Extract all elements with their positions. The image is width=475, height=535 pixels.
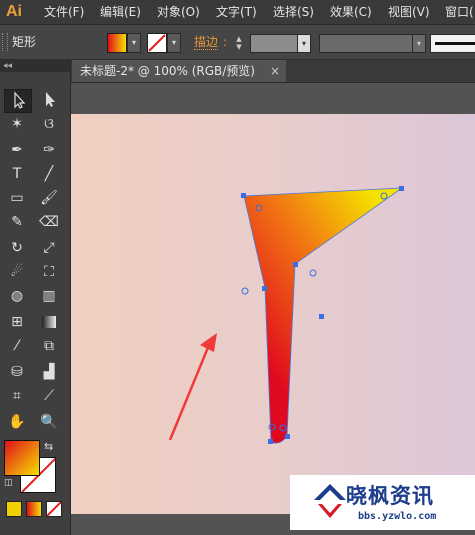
profile-dropdown[interactable]: ▾ — [412, 34, 426, 53]
shape-builder-tool-icon[interactable]: ◍ — [4, 285, 30, 307]
none-mode-icon[interactable] — [46, 501, 62, 517]
slice-tool-icon[interactable]: ⟋ — [36, 385, 62, 407]
symbol-sprayer-tool-icon[interactable]: ⛁ — [4, 361, 30, 383]
red-arrow-annotation — [168, 333, 217, 441]
mesh-tool-icon[interactable]: ⊞ — [4, 311, 30, 333]
eyedropper-tool-icon[interactable]: ⁄ — [4, 335, 30, 357]
document-tab[interactable]: 未标题-2* @ 100% (RGB/预览) — [72, 60, 286, 82]
none-slash-icon — [148, 34, 166, 52]
menu-type[interactable]: 文字(T) — [216, 3, 257, 21]
stroke-weight-dropdown[interactable]: ▾ — [297, 34, 311, 53]
menu-edit[interactable]: 编辑(E) — [100, 3, 141, 21]
rotate-tool-icon[interactable]: ↻ — [4, 237, 30, 259]
toolbox-collapse[interactable]: ◂◂ — [0, 60, 70, 72]
menu-select[interactable]: 选择(S) — [273, 3, 314, 21]
control-bar-grip[interactable] — [2, 33, 8, 51]
swap-fill-stroke-icon[interactable]: ⇆ — [44, 440, 53, 453]
eraser-tool-icon[interactable]: ⌫ — [36, 211, 62, 233]
menu-view[interactable]: 视图(V) — [388, 3, 430, 21]
hand-tool-icon[interactable]: ✋ — [4, 411, 30, 433]
menu-file[interactable]: 文件(F) — [44, 3, 84, 21]
fill-dropdown[interactable]: ▾ — [127, 33, 141, 53]
perspective-grid-tool-icon[interactable]: ▥ — [36, 285, 62, 307]
artwork-layer[interactable] — [71, 83, 475, 535]
collapse-icon: ◂◂ — [3, 61, 13, 71]
blend-tool-icon[interactable]: ⧉ — [36, 335, 62, 357]
selection-tool-icon[interactable] — [4, 89, 32, 113]
stroke-swatch-control[interactable] — [147, 33, 167, 53]
variable-width-profile[interactable] — [319, 34, 413, 53]
rectangle-tool-icon[interactable]: ▭ — [4, 187, 30, 209]
color-mode-icon[interactable] — [6, 501, 22, 517]
menu-effect[interactable]: 效果(C) — [330, 3, 372, 21]
zoom-tool-icon[interactable]: 🔍 — [36, 411, 62, 433]
gradient-tool-icon[interactable] — [36, 311, 62, 333]
brush-definition[interactable] — [430, 34, 475, 53]
line-tool-icon[interactable]: ╱ — [36, 163, 62, 185]
watermark-url: bbs.yzwlo.com — [358, 511, 437, 522]
menu-object[interactable]: 对象(O) — [157, 3, 200, 21]
tab-close-icon[interactable]: × — [270, 60, 280, 82]
stroke-label-colon: : — [223, 35, 228, 49]
app-logo: Ai — [6, 3, 22, 20]
default-colors-icon[interactable]: ◫ — [4, 478, 13, 488]
pen-tool-icon[interactable]: ✒ — [4, 139, 30, 161]
stroke-weight-label[interactable]: 描边 — [194, 35, 219, 50]
direct-selection-tool-icon[interactable] — [36, 89, 62, 111]
pencil-tool-icon[interactable]: ✎ — [4, 211, 30, 233]
free-transform-tool-icon[interactable]: ⛶ — [36, 261, 62, 283]
lasso-tool-icon[interactable]: ଓ — [36, 113, 62, 135]
stroke-spinner[interactable]: ▲ ▼ — [234, 35, 244, 51]
curvature-tool-icon[interactable]: ✑ — [36, 139, 62, 161]
watermark-logo-icon — [314, 484, 346, 518]
gradient-mode-icon[interactable] — [26, 501, 42, 517]
column-graph-tool-icon[interactable]: ▟ — [36, 361, 62, 383]
paintbrush-tool-icon[interactable]: 🖌 — [36, 187, 62, 209]
warp-tool-icon[interactable]: ☄ — [4, 261, 30, 283]
current-tool-name: 矩形 — [12, 35, 37, 49]
watermark-title: 晓枫资讯 — [346, 484, 434, 508]
fill-color-front[interactable] — [4, 440, 40, 476]
type-tool-icon[interactable]: T — [4, 163, 30, 185]
stroke-dropdown[interactable]: ▾ — [167, 33, 181, 53]
brush-stroke-preview — [435, 42, 475, 45]
menu-window[interactable]: 窗口( — [445, 3, 474, 21]
stroke-weight-input[interactable] — [250, 34, 298, 53]
scale-tool-icon[interactable]: ⤢ — [36, 237, 62, 259]
fill-swatch-control[interactable] — [107, 33, 127, 53]
magic-wand-tool-icon[interactable]: ✶ — [4, 113, 30, 135]
artboard-tool-icon[interactable]: ⌗ — [4, 385, 30, 407]
